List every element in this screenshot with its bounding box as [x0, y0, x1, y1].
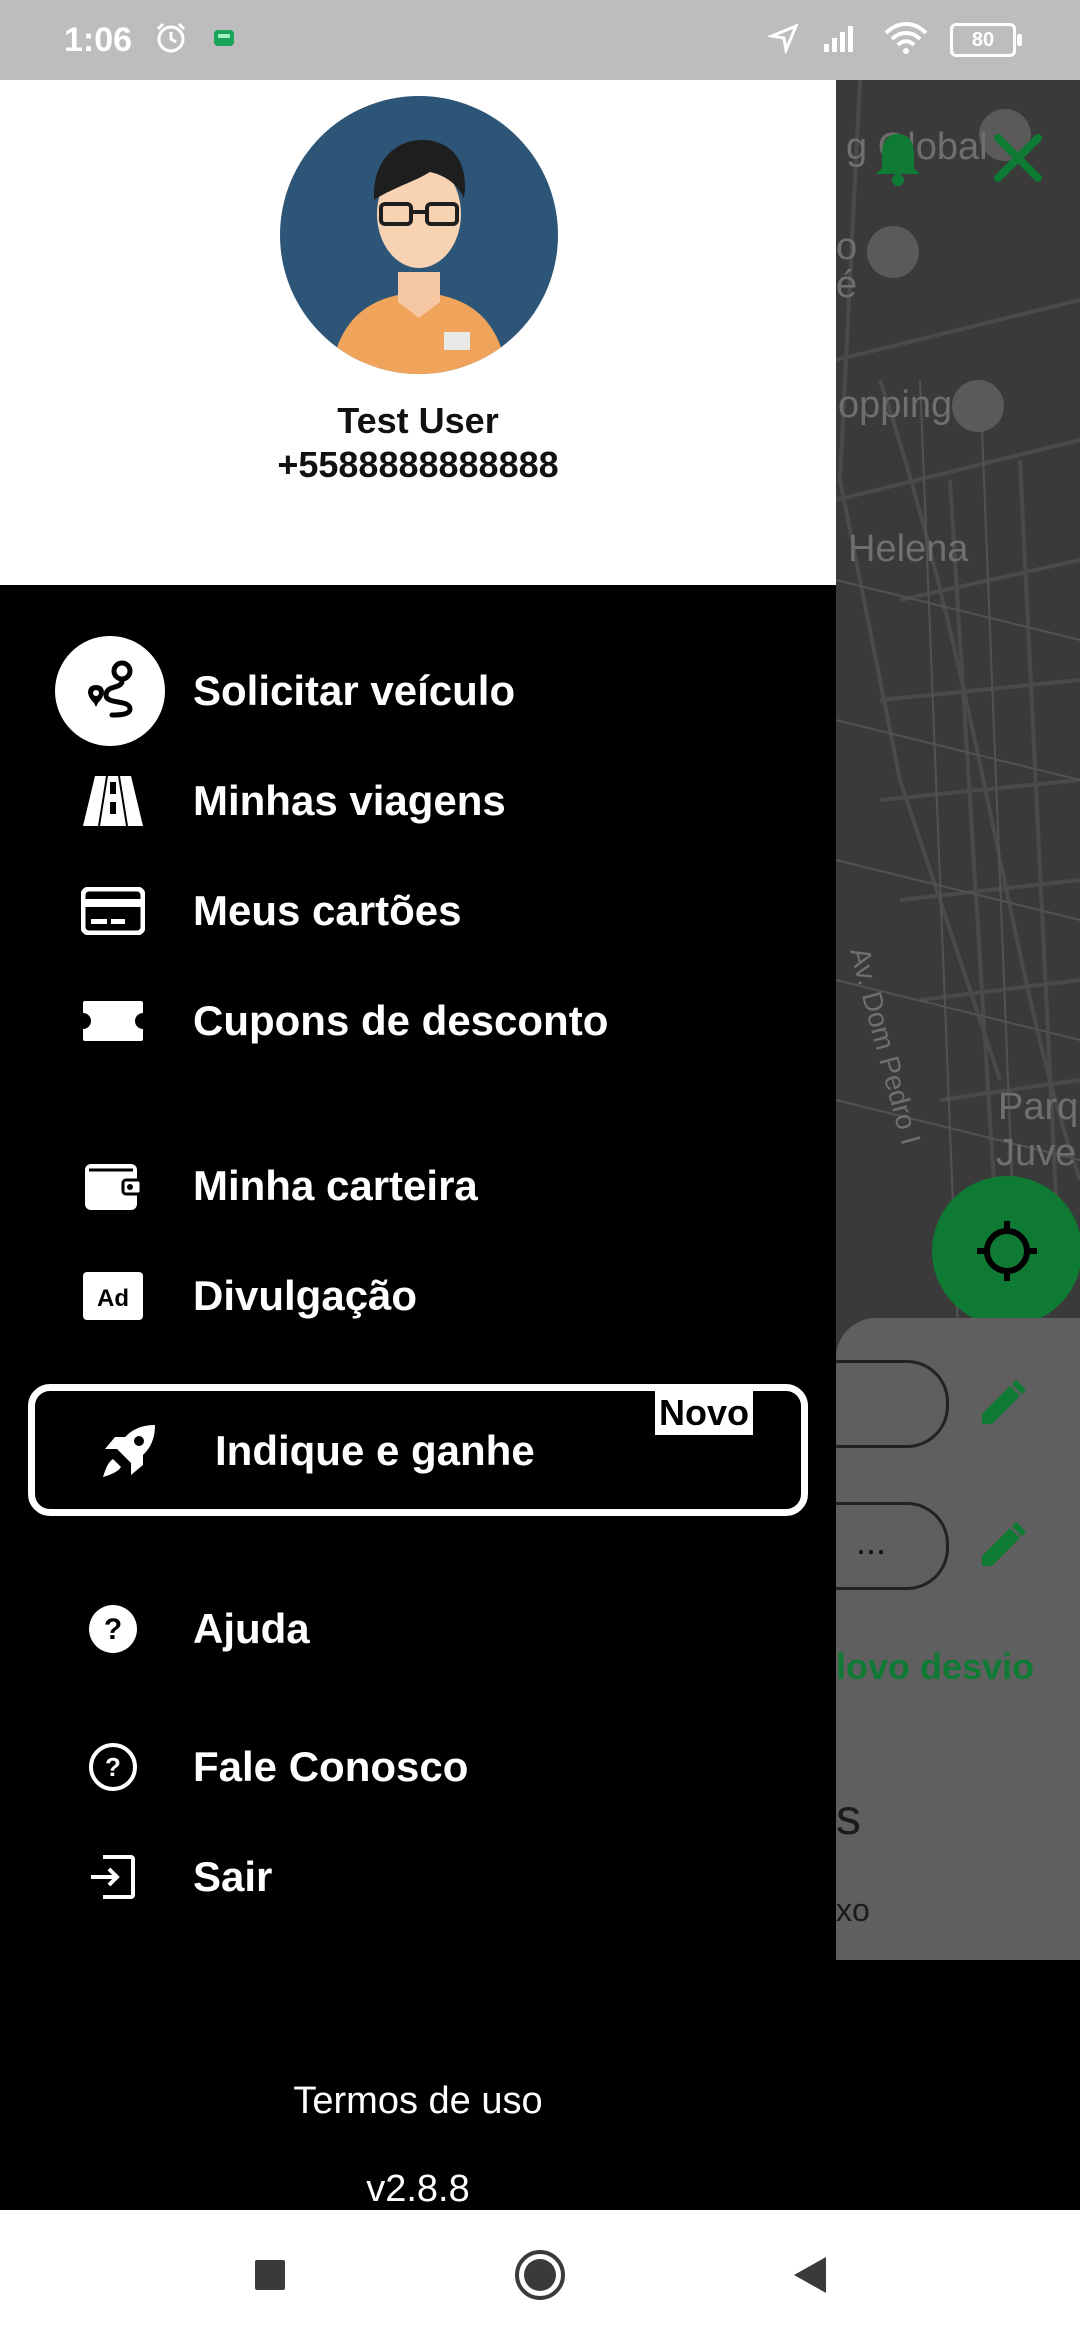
- user-phone: +5588888888888: [277, 444, 559, 485]
- menu-item-help[interactable]: ? Ajuda: [0, 1584, 836, 1674]
- app-notification-icon: [210, 24, 238, 57]
- menu-item-label: Indique e ganhe: [215, 1427, 535, 1474]
- battery-icon: 80: [950, 23, 1022, 57]
- map-label: opping: [838, 384, 953, 426]
- navigation-drawer: Test User +5588888888888 Solicitar veícu…: [0, 80, 836, 2210]
- svg-text:?: ?: [105, 1752, 121, 1782]
- my-location-button[interactable]: [932, 1176, 1080, 1326]
- user-name: Test User: [337, 400, 499, 441]
- panel-subtext: xo: [836, 1892, 870, 1928]
- edit-destination-icon[interactable]: [976, 1520, 1028, 1577]
- map-label: Helena: [848, 528, 969, 570]
- menu-item-request-vehicle[interactable]: Solicitar veículo: [0, 646, 836, 736]
- ticket-icon: [80, 988, 146, 1054]
- menu-item-advertising[interactable]: Ad Divulgação: [0, 1251, 836, 1341]
- menu-item-label: Meus cartões: [193, 887, 462, 934]
- destination-field-text: ...: [856, 1521, 887, 1562]
- menu-item-refer-and-earn[interactable]: Indique e ganhe Novo: [28, 1384, 808, 1516]
- menu-item-label: Fale Conosco: [193, 1743, 469, 1790]
- menu-item-label: Sair: [193, 1853, 273, 1900]
- help-outline-icon: ?: [80, 1734, 146, 1800]
- rocket-icon: [97, 1419, 161, 1488]
- back-triangle-icon[interactable]: [775, 2240, 845, 2310]
- map-label: Juve: [996, 1132, 1077, 1174]
- panel-heading: s: [836, 1789, 861, 1845]
- menu-item-label: Solicitar veículo: [193, 667, 516, 714]
- menu-item-my-trips[interactable]: Minhas viagens: [0, 756, 836, 846]
- new-detour-link[interactable]: lovo desvio: [836, 1646, 1034, 1688]
- map-label: o: [836, 226, 858, 268]
- home-circle-icon[interactable]: [505, 2240, 575, 2310]
- menu-item-label: Cupons de desconto: [193, 997, 609, 1044]
- logout-icon: [80, 1844, 146, 1910]
- recents-square-icon[interactable]: [235, 2240, 305, 2310]
- drawer-header: Test User +5588888888888: [0, 80, 836, 585]
- menu-item-label: Divulgação: [193, 1272, 418, 1319]
- svg-text:?: ?: [104, 1613, 122, 1646]
- road-icon: [80, 768, 146, 834]
- wallet-icon: [80, 1153, 146, 1219]
- terms-of-use-link[interactable]: Termos de uso: [0, 2080, 836, 2123]
- location-arrow-icon: [766, 22, 800, 59]
- help-filled-icon: ?: [80, 1596, 146, 1662]
- credit-card-icon: [80, 878, 146, 944]
- svg-text:Ad: Ad: [97, 1285, 129, 1312]
- menu-item-coupons[interactable]: Cupons de desconto: [0, 976, 836, 1066]
- app-version: v2.8.8: [366, 2168, 470, 2210]
- avatar[interactable]: [280, 96, 558, 379]
- status-bar: 1:06 80: [0, 0, 1080, 80]
- menu-item-label: Minha carteira: [193, 1162, 478, 1209]
- new-badge: Novo: [655, 1391, 753, 1435]
- menu-item-label: Ajuda: [193, 1605, 310, 1652]
- status-time: 1:06: [64, 20, 133, 59]
- origin-field[interactable]: [836, 1360, 949, 1448]
- destination-field[interactable]: ...: [836, 1502, 949, 1590]
- map-label: é: [836, 264, 858, 306]
- wifi-icon: [884, 21, 928, 60]
- menu-item-wallet[interactable]: Minha carteira: [0, 1141, 836, 1231]
- crosshair-icon: [977, 1221, 1037, 1281]
- edit-origin-icon[interactable]: [976, 1378, 1028, 1435]
- trip-panel: ... lovo desvio s xo: [836, 1318, 1080, 1960]
- map-label: Parq: [998, 1086, 1079, 1128]
- menu-item-label: Minhas viagens: [193, 777, 506, 824]
- ad-icon: Ad: [80, 1263, 146, 1329]
- menu-item-my-cards[interactable]: Meus cartões: [0, 866, 836, 956]
- system-nav-bar: [0, 2210, 1080, 2340]
- signal-icon: [822, 22, 862, 59]
- menu-item-contact-us[interactable]: ? Fale Conosco: [0, 1722, 836, 1812]
- menu-item-logout[interactable]: Sair: [0, 1832, 836, 1922]
- alarm-icon: [154, 21, 188, 60]
